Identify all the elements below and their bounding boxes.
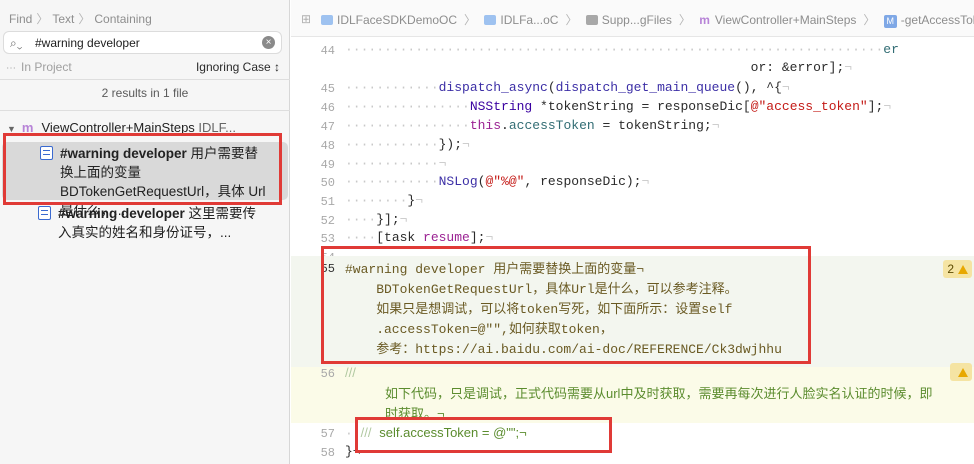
code-line: ············dispatch_async(dispatch_get_… [345, 80, 790, 95]
line-number: 53 [320, 232, 335, 246]
jump-item-method[interactable]: M-getAccessToke [883, 13, 974, 28]
search-field[interactable]: ⌕⌄ #warning developer × [3, 31, 282, 54]
warning-icon [958, 265, 968, 274]
clear-icon[interactable]: × [262, 36, 275, 49]
method-icon: M [883, 15, 897, 28]
divider [0, 110, 290, 111]
document-icon [38, 206, 51, 220]
chevron-right-icon: 〉 [36, 12, 49, 26]
highlight-box [321, 246, 811, 364]
code-line: ····[task resume];¬ [345, 230, 494, 245]
jump-bar: ⊞ IDLFaceSDKDemoOC 〉 IDLFa...oC 〉 Supp...g… [291, 0, 974, 37]
line-number: 57 [320, 427, 335, 441]
line-number: 46 [320, 101, 335, 115]
line-number: 48 [320, 139, 335, 153]
folder-icon [484, 15, 497, 25]
jump-item-group[interactable]: IDLFa...oC [484, 13, 558, 27]
project-icon [321, 15, 333, 25]
source-editor[interactable]: 44 ······································… [291, 36, 974, 464]
highlight-box [355, 417, 612, 453]
result-match: #warning developer [58, 206, 185, 221]
highlight-box [3, 133, 282, 205]
chevron-right-icon: 〉 [678, 13, 691, 27]
chevron-right-icon: 〉 [863, 13, 876, 27]
find-mode-text[interactable]: Text [52, 12, 74, 26]
comment-prefix: /// [345, 365, 356, 380]
line-number: 47 [320, 120, 335, 134]
code-line: ············});¬ [345, 137, 470, 152]
find-mode-containing[interactable]: Containing [94, 12, 151, 26]
search-input[interactable]: #warning developer [35, 36, 140, 50]
objc-file-icon: m [699, 13, 710, 27]
grid-icon[interactable]: ⊞ [301, 12, 311, 26]
case-matching-popup[interactable]: Ignoring Case ↕ [196, 60, 280, 74]
results-summary: 2 results in 1 file [101, 86, 189, 100]
warning-badge[interactable]: 2 [943, 260, 972, 278]
line-number: 58 [320, 446, 335, 460]
scope-selector[interactable]: ⋯ In Project [6, 60, 72, 74]
code-line: ········}¬ [345, 193, 424, 208]
line-number: 50 [320, 176, 335, 190]
chevron-right-icon: 〉 [464, 13, 477, 27]
line-number: 49 [320, 158, 335, 172]
line-number: 52 [320, 214, 335, 228]
find-breadcrumb[interactable]: Find 〉 Text 〉 Containing [9, 10, 152, 27]
find-navigator: Find 〉 Text 〉 Containing ⌕⌄ #warning develop… [0, 0, 290, 464]
code-line: ················NSString *tokenString = … [345, 99, 892, 114]
jump-item-supporting-files[interactable]: Supp...gFiles [585, 13, 672, 27]
divider [0, 79, 290, 80]
jump-item-file[interactable]: m ViewController+MainSteps [699, 13, 856, 27]
scope-label: In Project [21, 60, 72, 74]
line-number: 45 [320, 82, 335, 96]
code-line: or: &error];¬ [750, 60, 853, 75]
warning-badge[interactable] [950, 363, 972, 381]
scope-icon: ⋯ [6, 63, 16, 74]
jump-item-project[interactable]: IDLFaceSDKDemoOC [321, 13, 457, 27]
folder-icon [585, 15, 598, 25]
code-line: ········································… [345, 42, 899, 57]
chevron-right-icon: 〉 [78, 12, 91, 26]
code-line: ············¬ [345, 156, 447, 171]
find-mode-find[interactable]: Find [9, 12, 32, 26]
code-line: ················this.accessToken = token… [345, 118, 720, 133]
search-icon: ⌕⌄ [10, 36, 23, 50]
line-number: 56 [320, 367, 335, 381]
warning-icon [958, 368, 968, 377]
search-result-2[interactable]: #warning developer 这里需要传入真实的姓名和身份证号，... [0, 202, 290, 246]
code-line: ············NSLog(@"%@", responseDic);¬ [345, 174, 650, 189]
warning-count: 2 [947, 262, 954, 276]
chevron-right-icon: 〉 [565, 13, 578, 27]
line-number: 51 [320, 195, 335, 209]
line-number: 44 [320, 44, 335, 58]
code-line: ····}];¬ [345, 212, 408, 227]
